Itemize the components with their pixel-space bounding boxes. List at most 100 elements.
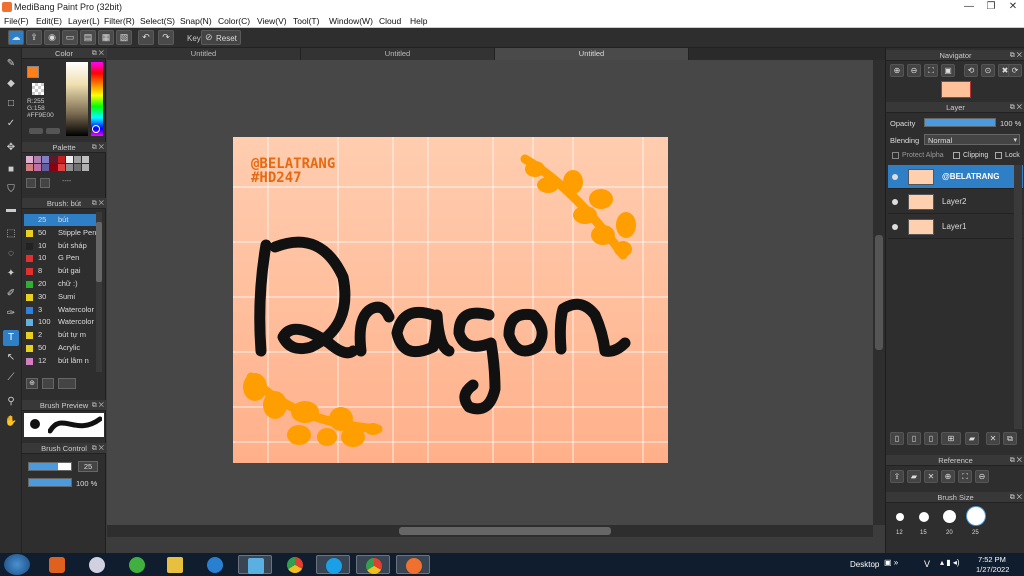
brush-tool-icon[interactable]: ✎ [3, 56, 19, 72]
menu-view[interactable]: View(V) [257, 16, 287, 26]
clock-time[interactable]: 7:52 PM [978, 555, 1006, 564]
menu-tool[interactable]: Tool(T) [293, 16, 319, 26]
palette-swatch[interactable] [42, 156, 49, 163]
taskbar-media-player[interactable] [40, 555, 74, 574]
palette-swatch[interactable] [74, 156, 81, 163]
artwork-canvas[interactable]: @BELATRANG #HD247 [233, 137, 668, 463]
maximize-button[interactable]: ❐ [980, 0, 1002, 14]
select-brush-icon[interactable]: ✐ [3, 286, 19, 302]
page-icon[interactable]: ▤ [80, 30, 96, 45]
taskbar-chrome-active[interactable] [356, 555, 390, 574]
palette-add-button[interactable] [26, 178, 36, 188]
primary-color-swatch[interactable] [27, 66, 39, 78]
panel-options-icon[interactable]: ⧉ ✕ [92, 48, 104, 59]
palette-swatch[interactable] [66, 164, 73, 171]
palette-swatch[interactable] [50, 156, 57, 163]
palette-swatch[interactable] [26, 156, 33, 163]
brush-opacity-slider[interactable] [28, 478, 72, 487]
move-tool-icon[interactable]: ✥ [3, 140, 19, 156]
menu-snap[interactable]: Snap(N) [180, 16, 212, 26]
brush-list-item[interactable]: 30 Sumi [24, 291, 102, 303]
start-button[interactable] [4, 554, 30, 575]
taskbar-skype[interactable] [316, 555, 350, 574]
panel-options-icon[interactable]: ⧉ ✕ [1010, 455, 1022, 466]
visibility-icon[interactable] [892, 199, 898, 205]
color-swap-button[interactable] [46, 128, 60, 134]
brush-list-item[interactable]: 50 Acrylic [24, 342, 102, 354]
zoom-in-icon[interactable]: ⊕ [890, 64, 904, 77]
taskbar-chrome[interactable] [278, 555, 312, 574]
panel-options-icon[interactable]: ⧉ ✕ [1010, 492, 1022, 503]
brush-list-item[interactable]: 50 Stipple Pen [24, 227, 102, 239]
panel-options-icon[interactable]: ⧉ ✕ [1010, 50, 1022, 61]
new-8bit-layer-icon[interactable]: ▯ [924, 432, 938, 445]
brush-size-preset-25[interactable] [967, 507, 985, 525]
zoom-out-icon[interactable]: ⊖ [907, 64, 921, 77]
protect-alpha-checkbox[interactable] [892, 152, 899, 159]
menu-window[interactable]: Window(W) [329, 16, 373, 26]
palette-swatch[interactable] [74, 164, 81, 171]
hand-tool-icon[interactable]: ✋ [3, 414, 19, 430]
palette-delete-button[interactable] [40, 178, 50, 188]
panel-options-icon[interactable]: ⧉ ✕ [92, 400, 104, 411]
brush-list-item[interactable]: 100 Watercolor [24, 316, 102, 328]
horizontal-scroll-thumb[interactable] [399, 527, 611, 535]
brush-settings-icon[interactable] [58, 378, 76, 389]
speech-bubble-icon[interactable]: ◉ [44, 30, 60, 45]
taskbar-medibang-active[interactable] [396, 555, 430, 574]
menu-select[interactable]: Select(S) [140, 16, 175, 26]
layer-row[interactable]: Layer2 [888, 190, 1023, 214]
eraser-tool-icon[interactable]: ◆ [3, 76, 19, 92]
language-indicator[interactable]: V [924, 559, 930, 569]
brush-add-icon[interactable]: ⊕ [26, 378, 38, 389]
brush-size-preset-15[interactable] [919, 512, 929, 522]
menu-edit[interactable]: Edit(E) [36, 16, 62, 26]
brush-list-item[interactable]: 10 G Pen [24, 252, 102, 264]
magic-wand-icon[interactable]: ✦ [3, 266, 19, 282]
select-rect-icon[interactable]: ⬚ [3, 226, 19, 242]
taskbar-app-green[interactable] [120, 555, 154, 574]
bucket-tool-icon[interactable]: ⛉ [3, 182, 19, 198]
fill-shape-icon[interactable]: ■ [3, 162, 19, 178]
layer-delete-icon[interactable]: ✕ [986, 432, 1000, 445]
reference-zoom-in-icon[interactable]: ⊕ [941, 470, 955, 483]
layout-icon[interactable]: ▧ [116, 30, 132, 45]
brush-list-item[interactable]: 3 Watercolor [24, 304, 102, 316]
palette-swatch[interactable] [82, 164, 89, 171]
taskbar-internet-explorer[interactable] [198, 555, 232, 574]
visibility-icon[interactable] [892, 174, 898, 180]
color-mode-button[interactable] [29, 128, 43, 134]
tab-untitled-3[interactable]: Untitled [495, 48, 689, 60]
secondary-color-swatch[interactable] [32, 83, 44, 95]
menu-file[interactable]: File(F) [4, 16, 29, 26]
actual-size-icon[interactable]: ▣ [941, 64, 955, 77]
palette-swatch[interactable] [34, 156, 41, 163]
dot-tool-icon[interactable]: □ [3, 96, 19, 112]
brush-copy-icon[interactable] [42, 378, 54, 389]
visibility-icon[interactable] [892, 224, 898, 230]
layer-list-scrollbar[interactable] [1014, 165, 1022, 429]
layer-row[interactable]: Layer1 [888, 215, 1023, 239]
operation-tool-icon[interactable]: ↖ [3, 350, 19, 366]
brush-size-preset-20[interactable] [943, 510, 956, 523]
minimize-button[interactable]: — [958, 0, 980, 14]
brush-list-item[interactable]: 25 bút [24, 214, 102, 226]
reset-button[interactable]: ⊘ Reset [201, 30, 241, 45]
blending-select[interactable]: Normal ▾ [924, 134, 1020, 145]
folder-icon[interactable]: ▰ [965, 432, 979, 445]
panel-options-icon[interactable]: ⧉ ✕ [92, 198, 104, 209]
lasso-tool-icon[interactable]: ◌ [3, 246, 19, 262]
color-saturation-picker[interactable] [66, 62, 88, 136]
brush-list-item[interactable]: 12 bút lâm n [24, 355, 102, 367]
layer-opacity-slider[interactable] [924, 118, 996, 127]
comment-icon[interactable]: ▭ [62, 30, 78, 45]
palette-swatch[interactable] [82, 156, 89, 163]
undo-icon[interactable]: ↶ [138, 30, 154, 45]
rotate-reset-icon[interactable]: ⊙ [981, 64, 995, 77]
export-icon[interactable]: ⇪ [26, 30, 42, 45]
reference-zoom-out-icon[interactable]: ⊖ [975, 470, 989, 483]
brush-size-slider[interactable] [28, 462, 72, 471]
vertical-scrollbar[interactable] [873, 60, 885, 525]
tab-untitled-1[interactable]: Untitled [107, 48, 301, 60]
panel-options-icon[interactable]: ⧉ ✕ [92, 142, 104, 153]
